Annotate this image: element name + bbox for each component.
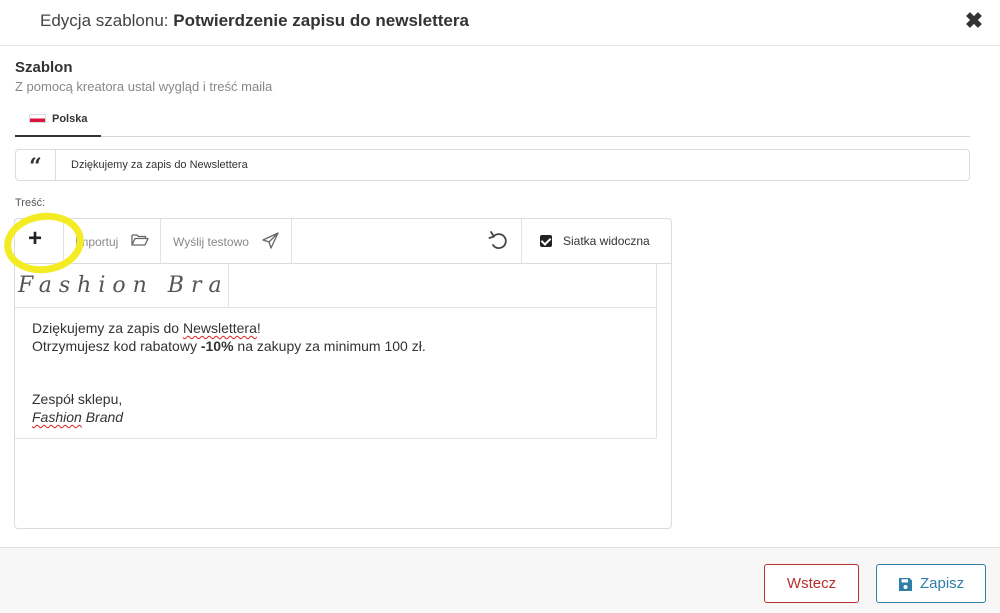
subject-input[interactable] [57,150,967,180]
import-button[interactable]: Importuj [64,219,161,263]
section-title: Szablon [15,59,73,76]
logo-row: Fashion Brand [15,264,657,308]
logo-block[interactable]: Fashion Brand [15,264,229,308]
editor-canvas: Fashion Brand Dziękujemy za zapis do New… [15,264,671,528]
modal-title-prefix: Edycja szablonu: [40,11,169,30]
section-subtitle: Z pomocą kreatora ustal wygląd i treść m… [15,79,273,94]
modal-header: Edycja szablonu: Potwierdzenie zapisu do… [0,0,1000,46]
body-label: Treść: [15,197,46,209]
editor-toolbar: + Importuj Wyślij testowo Siatka widoczn… [15,219,671,264]
signature-rest: Brand [81,409,124,425]
quote-icon: “ [16,150,56,180]
language-tabs: Polska [15,108,970,137]
discount-text: Otrzymujesz kod rabatowy [32,338,201,354]
signature-first-word: Fashion [32,409,82,425]
signature-line: Fashion Brand [32,408,123,426]
grid-checkbox[interactable] [540,235,552,247]
import-label: Importuj [75,235,119,249]
discount-condition: na zakupy za minimum 100 zł. [233,338,426,354]
undo-button[interactable] [488,231,512,253]
subject-field: “ [15,149,970,181]
back-button[interactable]: Wstecz [764,564,859,603]
send-test-button[interactable]: Wyślij testowo [161,219,292,263]
thanks-text: Dziękujemy za zapis do [32,320,183,336]
thanks-line: Dziękujemy za zapis do Newslettera! [32,319,261,337]
poland-flag-icon [29,114,46,123]
template-name: Potwierdzenie zapisu do newslettera [173,11,469,30]
discount-line: Otrzymujesz kod rabatowy -10% na zakupy … [32,337,426,355]
thanks-punct: ! [256,320,261,336]
paper-plane-icon [262,232,279,249]
newsletter-word: Newslettera [182,320,257,336]
tab-polska[interactable]: Polska [15,108,102,137]
discount-value: -10% [200,338,234,354]
brand-logo: Fashion Brand [18,273,229,298]
folder-open-icon [131,234,149,246]
undo-icon [488,231,507,249]
add-block-button[interactable]: + [15,219,64,263]
send-test-label: Wyślij testowo [173,235,249,249]
grid-visible-toggle[interactable]: Siatka widoczna [521,219,671,263]
save-button[interactable]: Zapisz [876,564,986,603]
email-editor: + Importuj Wyślij testowo Siatka widoczn… [14,218,672,529]
signoff-line: Zespół sklepu, [32,391,123,407]
text-block[interactable]: Dziękujemy za zapis do Newslettera! Otrz… [15,308,657,439]
close-icon[interactable]: ✖ [964,10,984,32]
tab-label: Polska [52,113,88,125]
grid-label: Siatka widoczna [563,234,650,248]
save-label: Zapisz [920,575,965,592]
modal-footer: Wstecz Zapisz [0,547,1000,613]
plus-icon: + [28,225,43,252]
floppy-disk-icon [899,578,912,591]
modal-title: Edycja szablonu: Potwierdzenie zapisu do… [40,11,469,31]
